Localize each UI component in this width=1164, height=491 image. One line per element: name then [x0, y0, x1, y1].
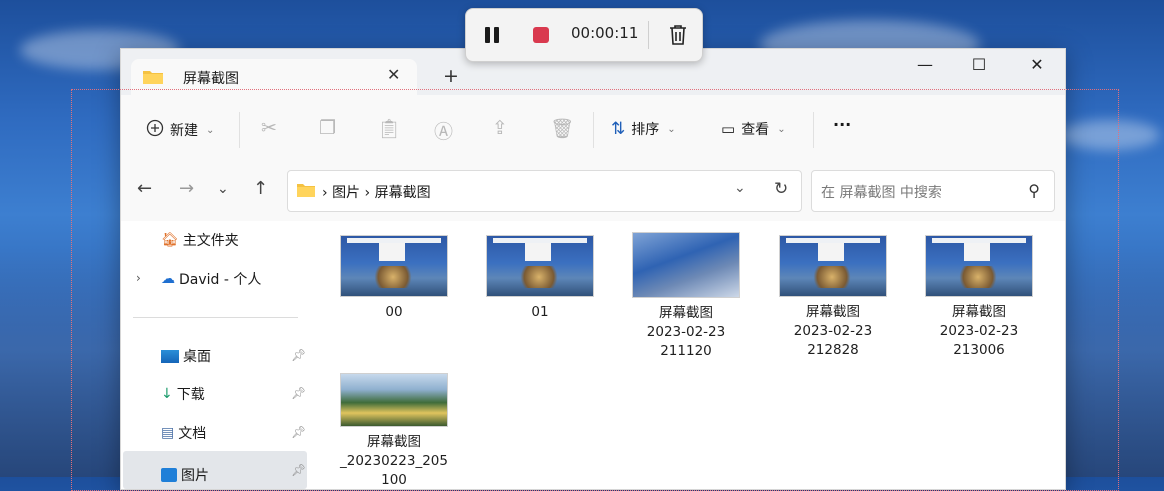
download-icon: ↓	[161, 386, 173, 402]
file-name: 屏幕截图 2023-02-23 212828	[793, 304, 873, 358]
cut-icon[interactable]: ✂	[261, 117, 277, 139]
recording-timer: 00:00:11	[571, 24, 639, 42]
file-thumbnail	[632, 232, 740, 298]
sort-icon: ⇅	[611, 119, 626, 139]
breadcrumb-screenshots[interactable]: 屏幕截图	[375, 185, 431, 201]
pin-icon[interactable]: 📌︎	[291, 386, 306, 400]
file-name: 00	[385, 304, 403, 320]
maximize-button[interactable]: ☐	[959, 55, 999, 74]
command-bar: 新建 ⌄ ✂ ❐ 📋︎ Ⓐ ⇪ 🗑︎ ⇅ 排序 ⌄ ▭ 查看 ⌄ ···	[121, 95, 1065, 162]
file-grid: 00 01 屏幕截图 2023-02-23 211120 屏幕截图 2023-0…	[311, 221, 1065, 489]
divider	[239, 112, 240, 148]
sidebar-item-documents[interactable]: ▤ 文档	[161, 423, 206, 443]
minimize-button[interactable]: —	[905, 55, 945, 74]
chevron-down-icon: ⌄	[206, 124, 215, 136]
folder-icon	[297, 183, 315, 197]
forward-arrow-icon[interactable]: →	[179, 178, 194, 199]
new-tab-button[interactable]: +	[443, 65, 459, 87]
file-item[interactable]: 01	[480, 235, 600, 322]
address-bar[interactable]: › 图片 › 屏幕截图 ⌄ ↻	[287, 170, 802, 212]
copy-icon[interactable]: ❐	[319, 117, 336, 139]
refresh-icon[interactable]: ↻	[774, 179, 788, 199]
more-options-button[interactable]: ···	[833, 115, 851, 134]
folder-icon	[143, 69, 163, 84]
tab-label: 屏幕截图	[183, 71, 239, 87]
chevron-down-icon: ⌄	[667, 123, 676, 135]
sort-button[interactable]: ⇅ 排序 ⌄	[611, 119, 676, 139]
cloud-icon: ☁	[161, 271, 175, 287]
sidebar-item-desktop[interactable]: 桌面	[161, 346, 211, 366]
sidebar-item-downloads[interactable]: ↓ 下载	[161, 384, 205, 404]
desktop-icon	[161, 349, 179, 363]
stop-button[interactable]	[533, 27, 549, 43]
screen-recorder-bar: 00:00:11	[465, 8, 703, 62]
recent-chevron-icon[interactable]: ⌄	[217, 181, 229, 197]
file-item[interactable]: 屏幕截图 2023-02-23 213006	[919, 235, 1039, 360]
divider	[593, 112, 594, 148]
expand-chevron-icon[interactable]: ›	[136, 271, 141, 285]
file-name: 屏幕截图 _20230223_205 100	[340, 434, 448, 488]
sidebar-item-onedrive[interactable]: ☁ David - 个人	[161, 269, 261, 289]
tab-screenshots[interactable]: 屏幕截图 ✕	[131, 59, 417, 95]
search-placeholder: 在 屏幕截图 中搜索	[821, 185, 942, 201]
address-dropdown-icon[interactable]: ⌄	[734, 180, 746, 196]
file-thumbnail	[779, 235, 887, 297]
document-icon: ▤	[161, 425, 175, 441]
new-button[interactable]: 新建 ⌄	[146, 119, 214, 141]
up-arrow-icon[interactable]: ↑	[253, 178, 268, 199]
view-button[interactable]: ▭ 查看 ⌄	[721, 119, 786, 139]
search-icon: ⚲	[1028, 181, 1040, 200]
plus-circle-icon	[146, 119, 164, 141]
file-explorer-window: 屏幕截图 ✕ + — ☐ ✕ 新建 ⌄ ✂ ❐ 📋︎ Ⓐ ⇪ 🗑︎ ⇅ 排序 ⌄ ▭…	[120, 48, 1066, 490]
address-row: ← → ⌄ ↑ › 图片 › 屏幕截图 ⌄ ↻ 在 屏幕截图 中搜索 ⚲	[121, 161, 1065, 221]
trash-icon[interactable]	[667, 23, 689, 47]
file-thumbnail	[340, 373, 448, 427]
sidebar-item-home[interactable]: 🏠︎ 主文件夹	[161, 230, 239, 250]
file-item[interactable]: 00	[334, 235, 454, 322]
divider	[813, 112, 814, 148]
breadcrumb-pictures[interactable]: 图片	[332, 185, 360, 201]
file-item[interactable]: 屏幕截图 2023-02-23 211120	[626, 232, 746, 361]
file-item[interactable]: 屏幕截图 2023-02-23 212828	[773, 235, 893, 360]
pin-icon[interactable]: 📌︎	[291, 463, 306, 477]
file-thumbnail	[486, 235, 594, 297]
search-box[interactable]: 在 屏幕截图 中搜索 ⚲	[811, 170, 1055, 212]
file-thumbnail	[925, 235, 1033, 297]
file-name: 屏幕截图 2023-02-23 213006	[939, 304, 1019, 358]
home-icon: 🏠︎	[161, 232, 179, 248]
pause-button[interactable]	[485, 27, 499, 43]
close-window-button[interactable]: ✕	[1017, 55, 1057, 74]
delete-icon[interactable]: 🗑︎	[550, 117, 574, 140]
paste-icon[interactable]: 📋︎	[377, 117, 401, 140]
file-item[interactable]: 屏幕截图 _20230223_205 100	[334, 373, 454, 489]
file-thumbnail	[340, 235, 448, 297]
view-icon: ▭	[721, 120, 736, 138]
pin-icon[interactable]: 📌︎	[291, 425, 306, 439]
back-arrow-icon[interactable]: ←	[137, 178, 152, 199]
pin-icon[interactable]: 📌︎	[291, 348, 306, 362]
close-tab-icon[interactable]: ✕	[387, 65, 400, 84]
navigation-pane: 🏠︎ 主文件夹 › ☁ David - 个人 桌面 📌︎ ↓ 下载 📌︎ ▤ 文…	[121, 221, 309, 489]
share-icon[interactable]: ⇪	[492, 117, 508, 139]
rename-icon[interactable]: Ⓐ	[434, 117, 453, 144]
divider	[648, 21, 649, 49]
sidebar-item-pictures[interactable]: 图片	[123, 451, 307, 489]
pictures-icon	[161, 468, 177, 482]
breadcrumb: › 图片 › 屏幕截图	[322, 185, 431, 201]
divider	[133, 317, 298, 318]
file-name: 屏幕截图 2023-02-23 211120	[646, 305, 726, 359]
file-name: 01	[531, 304, 549, 320]
chevron-down-icon: ⌄	[777, 123, 786, 135]
